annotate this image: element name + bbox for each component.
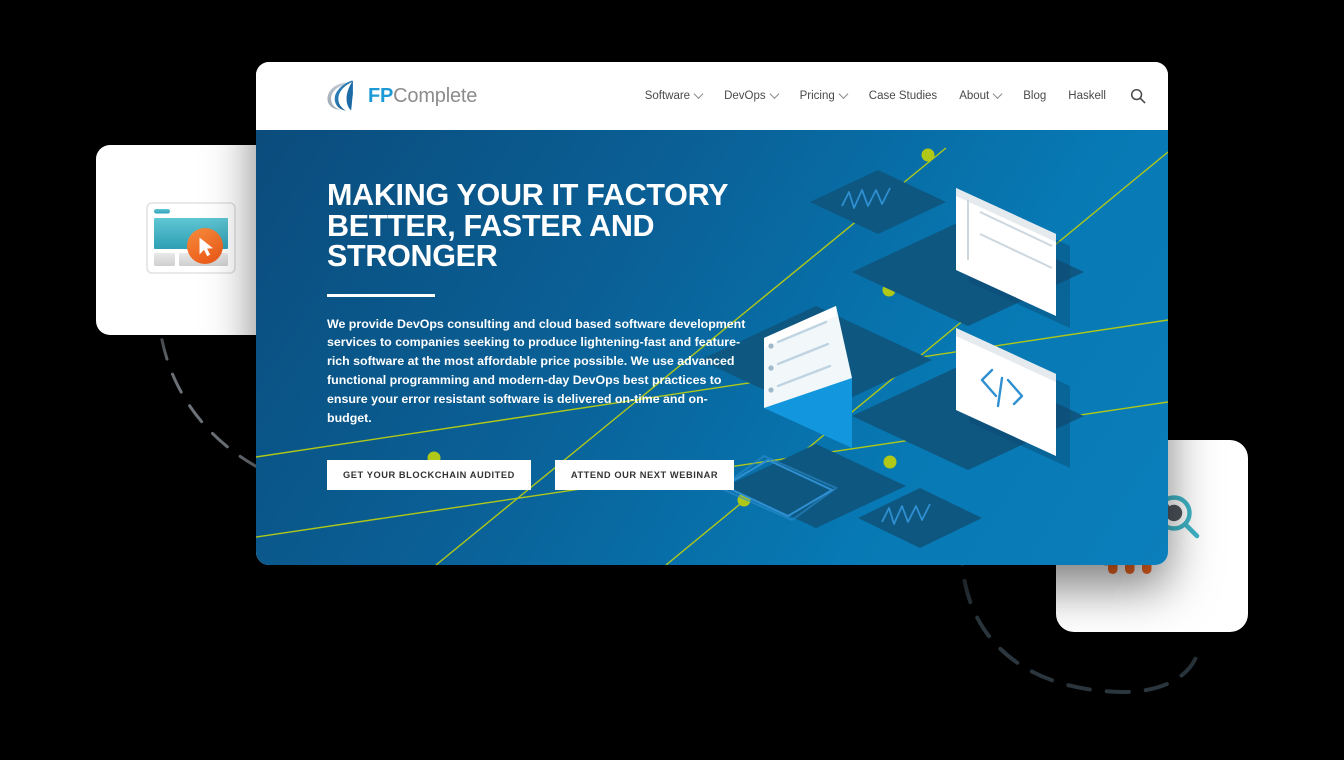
chevron-down-icon (992, 88, 1003, 99)
hero-divider (327, 293, 435, 297)
nav-label: Blog (1023, 90, 1047, 102)
nav-item-devops[interactable]: DevOps (724, 88, 780, 102)
browser-window: FPComplete Software DevOps Pricing Case (256, 62, 1168, 565)
nav-label: Haskell (1068, 90, 1106, 102)
hero-cta-row: Get Your Blockchain Audited Attend Our N… (327, 460, 757, 491)
attend-webinar-button[interactable]: Attend Our Next Webinar (554, 460, 735, 491)
fpcomplete-swoosh-logo-icon (327, 80, 353, 111)
nav-item-blog[interactable]: Blog (1023, 90, 1046, 102)
nav-label: Pricing (799, 90, 835, 102)
nav-label: DevOps (724, 90, 766, 102)
logo-wordmark: FPComplete (368, 85, 477, 108)
screenshot-stage: FPComplete Software DevOps Pricing Case (0, 0, 1344, 760)
hero-copy: Making Your IT Factory Better, Faster an… (327, 178, 757, 491)
chevron-down-icon (838, 88, 849, 99)
main-navigation: Software DevOps Pricing Case Studies Abo… (645, 88, 1146, 104)
nav-item-haskell[interactable]: Haskell (1068, 90, 1106, 102)
logo-complete: Complete (393, 84, 478, 107)
hero-description: We provide DevOps consulting and cloud b… (327, 316, 746, 426)
hero-headline: Making Your IT Factory Better, Faster an… (327, 178, 728, 273)
chevron-down-icon (769, 88, 780, 99)
nav-item-software[interactable]: Software (644, 88, 704, 102)
nav-label: About (959, 90, 990, 102)
chevron-down-icon (693, 88, 704, 99)
hero-section: Making Your IT Factory Better, Faster an… (256, 130, 1168, 565)
search-icon[interactable] (1130, 88, 1146, 104)
nav-item-pricing[interactable]: Pricing (799, 88, 849, 102)
site-logo[interactable]: FPComplete (322, 76, 477, 116)
logo-fp: FP (368, 84, 394, 107)
site-header: FPComplete Software DevOps Pricing Case (256, 62, 1168, 130)
get-blockchain-audited-button[interactable]: Get Your Blockchain Audited (327, 460, 531, 491)
browser-window-cursor-icon (146, 202, 236, 274)
nav-item-case-studies[interactable]: Case Studies (869, 90, 937, 102)
nav-item-about[interactable]: About (959, 88, 1003, 102)
nav-label: Software (644, 90, 691, 102)
nav-label: Case Studies (868, 90, 938, 102)
